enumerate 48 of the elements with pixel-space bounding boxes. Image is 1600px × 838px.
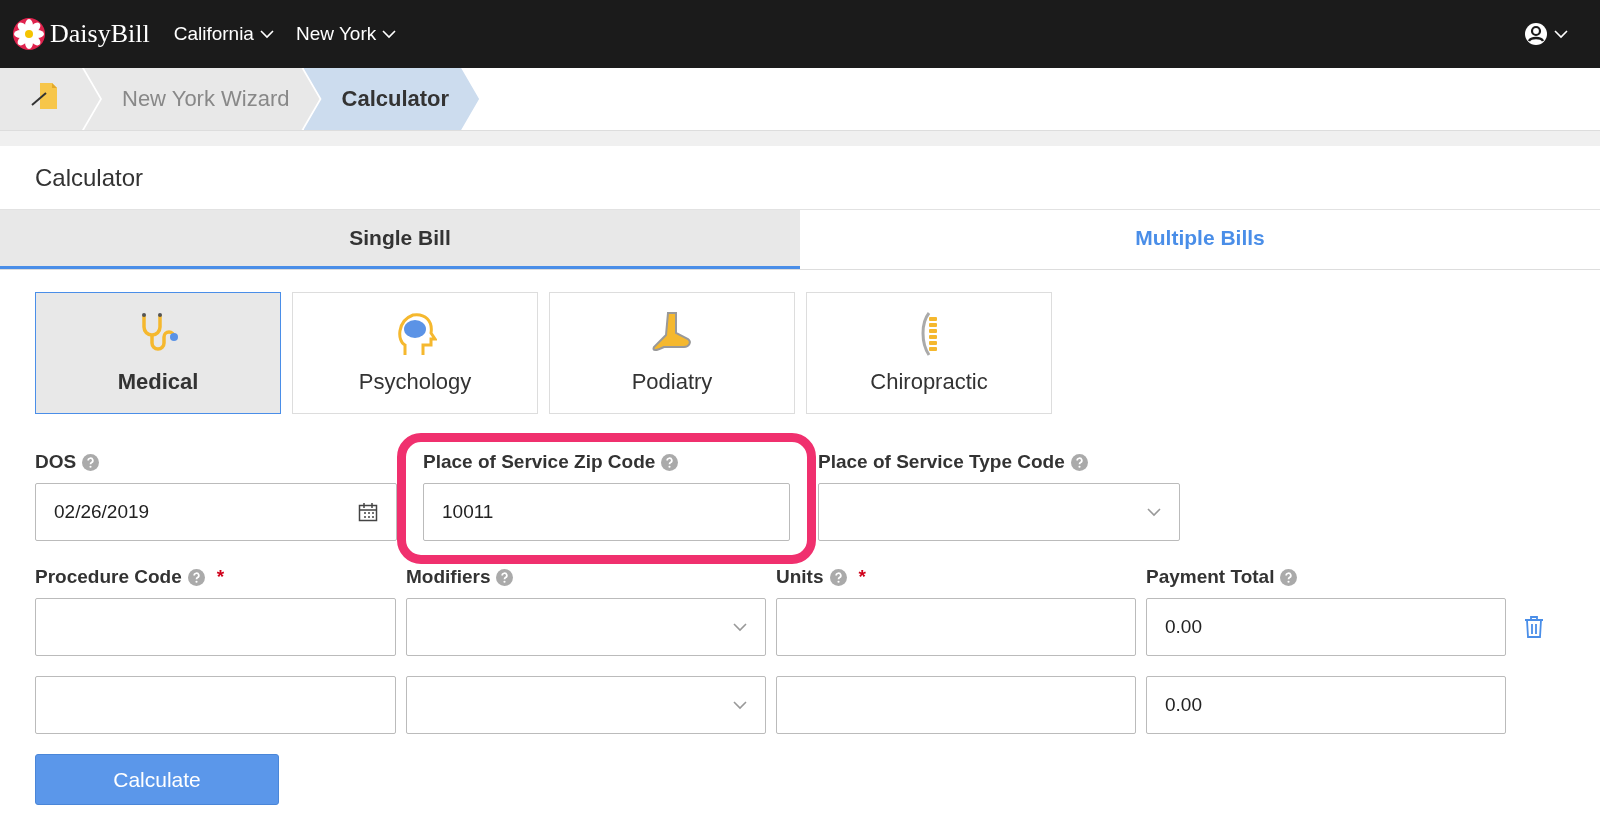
required-mark: * [216, 566, 225, 588]
user-icon [1524, 22, 1548, 46]
input-field[interactable] [35, 598, 396, 656]
field-label: Payment Total [1146, 566, 1275, 588]
select-field[interactable] [406, 676, 766, 734]
nav-menu[interactable]: New York [295, 23, 397, 45]
field-label: Modifiers [406, 566, 491, 588]
zip-code-field[interactable]: 10011 [423, 483, 790, 541]
trash-icon[interactable] [1524, 615, 1544, 639]
field-label: Units [776, 566, 824, 588]
chevron-down-icon [259, 29, 274, 39]
input-field[interactable] [35, 676, 396, 734]
breadcrumb-home[interactable] [0, 68, 100, 130]
help-icon[interactable] [661, 453, 679, 471]
help-icon[interactable] [829, 568, 847, 586]
help-icon[interactable] [1070, 453, 1088, 471]
specialty-card[interactable]: Podiatry [549, 292, 795, 414]
calendar-icon [358, 502, 378, 522]
user-menu-button[interactable] [1524, 22, 1568, 46]
required-mark: * [858, 566, 866, 588]
field-label: Place of Service Zip Code [423, 451, 656, 473]
chevron-down-icon [1147, 507, 1161, 517]
chevron-down-icon [382, 29, 397, 39]
chevron-down-icon [733, 622, 747, 632]
specialty-card[interactable]: Chiropractic [806, 292, 1052, 414]
chevron-down-icon [733, 700, 747, 710]
specialty-card[interactable]: Medical [35, 292, 281, 414]
date-field[interactable]: 02/26/2019 [35, 483, 397, 541]
field-label: DOS [35, 451, 77, 473]
help-icon[interactable] [82, 453, 100, 471]
field-label: Procedure Code [35, 566, 182, 588]
specialty-card[interactable]: Psychology [292, 292, 538, 414]
tab[interactable]: Single Bill [0, 210, 800, 269]
logo-text[interactable]: DaisyBill [50, 19, 150, 49]
select-field[interactable] [406, 598, 766, 656]
field-label: Place of Service Type Code [818, 451, 1065, 473]
input-field[interactable]: 0.00 [1146, 598, 1506, 656]
input-field[interactable]: 0.00 [1146, 676, 1506, 734]
input-field[interactable] [776, 676, 1136, 734]
help-icon[interactable] [187, 568, 205, 586]
help-icon[interactable] [1280, 568, 1298, 586]
breadcrumb-item[interactable]: Calculator [303, 68, 480, 130]
select-field[interactable] [818, 483, 1180, 541]
daisy-logo-icon [12, 17, 46, 51]
help-icon[interactable] [496, 568, 514, 586]
nav-menu[interactable]: California [173, 23, 274, 45]
chevron-down-icon [1554, 29, 1568, 39]
input-field[interactable] [776, 598, 1136, 656]
